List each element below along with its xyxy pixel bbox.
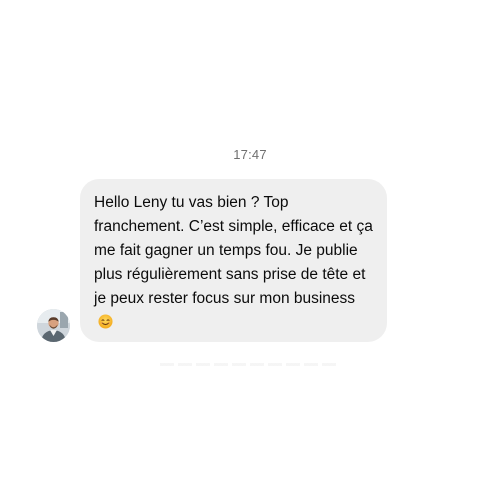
avatar-image	[37, 309, 70, 342]
chat-thread: 17:47 Hello Leny tu vas bien ? Top franc…	[0, 0, 500, 500]
smiling-face-icon	[98, 314, 113, 329]
message-bubble[interactable]: Hello Leny tu vas bien ? Top franchement…	[80, 179, 387, 342]
sender-avatar[interactable]	[37, 309, 70, 342]
faded-watermark-line	[160, 363, 340, 366]
message-text: Hello Leny tu vas bien ? Top franchement…	[94, 194, 373, 307]
message-timestamp: 17:47	[233, 147, 267, 162]
